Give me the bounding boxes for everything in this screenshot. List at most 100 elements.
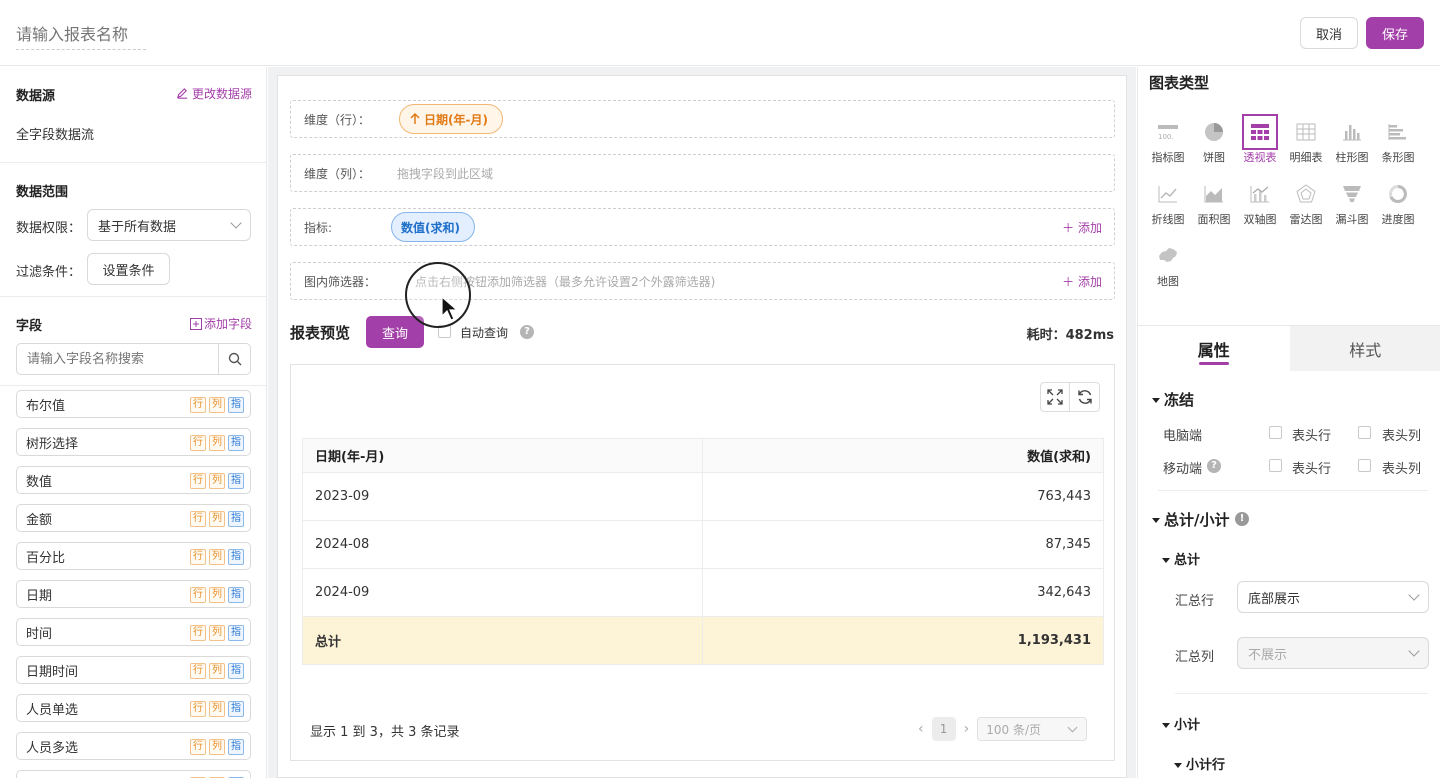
column-tag[interactable]: 列 xyxy=(209,587,225,603)
subtotal-row-section[interactable]: 小计行 xyxy=(1174,754,1225,773)
prev-page-icon[interactable]: ‹ xyxy=(918,721,924,737)
chart-type-metric[interactable]: 100. 指标图 xyxy=(1145,120,1191,165)
help-icon[interactable]: ? xyxy=(1207,459,1221,473)
field-item[interactable]: 百分比 行列指 xyxy=(16,542,251,570)
field-item[interactable]: 树形选择 行列指 xyxy=(16,428,251,456)
row-tag[interactable]: 行 xyxy=(190,397,206,413)
mobile-header-row-checkbox[interactable] xyxy=(1269,459,1282,472)
chart-type-column[interactable]: 柱形图 xyxy=(1329,120,1375,165)
total-col-select[interactable]: 不展示 xyxy=(1237,637,1429,669)
page-number[interactable]: 1 xyxy=(931,717,956,741)
chart-type-radar[interactable]: 雷达图 xyxy=(1283,182,1329,227)
field-item[interactable]: 人员多选 行列指 xyxy=(16,732,251,760)
column-dimension-dropzone[interactable]: 维度（列）： 拖拽字段到此区域 xyxy=(290,154,1115,192)
query-button[interactable]: 查询 xyxy=(366,316,424,348)
metric-tag[interactable]: 指 xyxy=(228,511,244,527)
metric-tag[interactable]: 指 xyxy=(228,587,244,603)
info-icon[interactable]: ! xyxy=(1235,512,1249,526)
field-item[interactable]: 日期时间 行列指 xyxy=(16,656,251,684)
column-tag[interactable]: 列 xyxy=(209,511,225,527)
grand-total-section[interactable]: 总计 xyxy=(1162,549,1200,568)
metric-tag[interactable]: 指 xyxy=(228,549,244,565)
column-tag[interactable]: 列 xyxy=(209,701,225,717)
row-tag[interactable]: 行 xyxy=(190,625,206,641)
metric-dropzone[interactable]: 指标: 数值(求和) ＋ 添加 xyxy=(290,208,1115,246)
chart-type-pivot[interactable]: 透视表 xyxy=(1237,114,1283,165)
search-button[interactable] xyxy=(218,344,250,374)
chart-type-map[interactable]: 地图 xyxy=(1145,244,1191,289)
chart-type-detail[interactable]: 明细表 xyxy=(1283,120,1329,165)
tab-style[interactable]: 样式 xyxy=(1289,326,1440,371)
divider xyxy=(1158,490,1428,491)
mobile-header-col-checkbox[interactable] xyxy=(1358,459,1371,472)
chart-type-bar[interactable]: 条形图 xyxy=(1375,120,1421,165)
metric-tag[interactable]: 指 xyxy=(228,435,244,451)
chart-type-line[interactable]: 折线图 xyxy=(1145,182,1191,227)
row-tag[interactable]: 行 xyxy=(190,511,206,527)
pivot-preview: 日期(年-月) 数值(求和) 2023-09 763,443 2024-08 8… xyxy=(290,364,1115,761)
change-datasource-link[interactable]: 更改数据源 xyxy=(176,85,252,102)
page-size-select[interactable]: 100 条/页 xyxy=(977,717,1088,741)
row-tag[interactable]: 行 xyxy=(190,701,206,717)
row-tag[interactable]: 行 xyxy=(190,473,206,489)
cancel-button[interactable]: 取消 xyxy=(1300,17,1358,49)
chart-type-pie[interactable]: 饼图 xyxy=(1191,120,1237,165)
pc-header-row-checkbox[interactable] xyxy=(1269,426,1282,439)
metric-pill[interactable]: 数值(求和) xyxy=(391,212,475,242)
chart-type-progress[interactable]: 进度图 xyxy=(1375,182,1421,227)
chart-type-area[interactable]: 面积图 xyxy=(1191,182,1237,227)
set-condition-button[interactable]: 设置条件 xyxy=(87,253,170,285)
divider xyxy=(0,296,266,297)
field-item[interactable]: 部门单选行列指 xyxy=(16,770,251,778)
total-row-select[interactable]: 底部展示 xyxy=(1237,581,1429,613)
row-dimension-pill[interactable]: 日期(年-月) xyxy=(399,104,503,134)
metric-tag[interactable]: 指 xyxy=(228,397,244,413)
add-field-link[interactable]: 添加字段 xyxy=(190,315,252,332)
column-tag[interactable]: 列 xyxy=(209,625,225,641)
column-tag[interactable]: 列 xyxy=(209,739,225,755)
metric-tag[interactable]: 指 xyxy=(228,473,244,489)
field-item[interactable]: 布尔值 行列指 xyxy=(16,390,251,418)
metric-tag[interactable]: 指 xyxy=(228,739,244,755)
field-search-input[interactable] xyxy=(17,344,218,374)
metric-tag[interactable]: 指 xyxy=(228,663,244,679)
tab-properties[interactable]: 属性 xyxy=(1138,326,1290,371)
pc-header-col-checkbox[interactable] xyxy=(1358,426,1371,439)
next-page-icon[interactable]: › xyxy=(964,721,970,737)
report-name-input[interactable] xyxy=(16,20,146,50)
save-button[interactable]: 保存 xyxy=(1366,17,1424,49)
pc-header-col-label: 表头列 xyxy=(1382,429,1422,444)
metric-tag[interactable]: 指 xyxy=(228,701,244,717)
row-dimension-dropzone[interactable]: 维度（行）： 日期(年-月) xyxy=(290,100,1115,138)
row-tag[interactable]: 行 xyxy=(190,739,206,755)
add-filter-button[interactable]: ＋ 添加 xyxy=(1062,273,1102,290)
refresh-button[interactable] xyxy=(1070,382,1100,412)
column-tag[interactable]: 列 xyxy=(209,549,225,565)
row-tag[interactable]: 行 xyxy=(190,549,206,565)
pivot-table-icon xyxy=(1251,124,1269,140)
column-tag[interactable]: 列 xyxy=(209,397,225,413)
column-tag[interactable]: 列 xyxy=(209,663,225,679)
metric-tag[interactable]: 指 xyxy=(228,625,244,641)
freeze-section[interactable]: 冻结 xyxy=(1152,389,1194,410)
chevron-down-icon xyxy=(1067,722,1078,733)
column-tag[interactable]: 列 xyxy=(209,435,225,451)
column-tag[interactable]: 列 xyxy=(209,473,225,489)
total-section[interactable]: 总计/小计 xyxy=(1152,509,1229,530)
subtotal-section[interactable]: 小计 xyxy=(1162,714,1200,733)
field-item[interactable]: 数值 行列指 xyxy=(16,466,251,494)
row-tag[interactable]: 行 xyxy=(190,587,206,603)
chart-type-funnel[interactable]: 漏斗图 xyxy=(1329,182,1375,227)
row-tag[interactable]: 行 xyxy=(190,435,206,451)
field-item[interactable]: 金额 行列指 xyxy=(16,504,251,532)
permission-select[interactable]: 基于所有数据 xyxy=(87,209,251,241)
field-item[interactable]: 日期 行列指 xyxy=(16,580,251,608)
field-item[interactable]: 时间 行列指 xyxy=(16,618,251,646)
add-metric-button[interactable]: ＋ 添加 xyxy=(1062,219,1102,236)
fullscreen-button[interactable] xyxy=(1040,382,1070,412)
chart-type-dual-axis[interactable]: 双轴图 xyxy=(1237,182,1283,227)
help-icon[interactable]: ? xyxy=(520,325,534,339)
row-tag[interactable]: 行 xyxy=(190,663,206,679)
pivot-table: 日期(年-月) 数值(求和) 2023-09 763,443 2024-08 8… xyxy=(302,438,1104,665)
field-item[interactable]: 人员单选 行列指 xyxy=(16,694,251,722)
